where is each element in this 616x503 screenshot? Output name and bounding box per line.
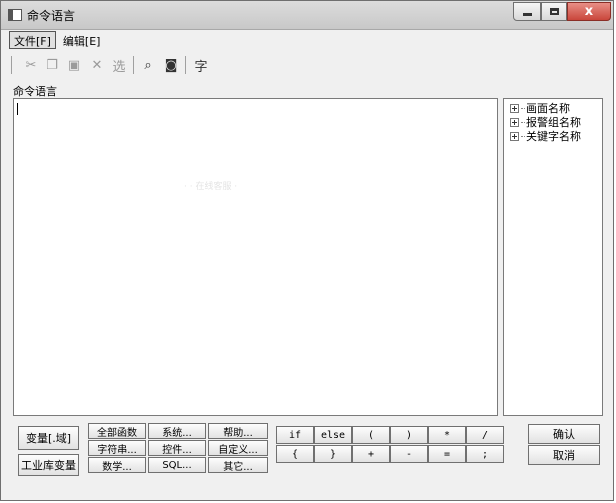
confirm-button[interactable]: 确认 [528,424,600,444]
toolbar-separator [185,56,186,74]
variable-field-button[interactable]: 变量[.域] [18,426,79,450]
minimize-icon [522,13,532,16]
window-controls: x [513,2,611,22]
close-button[interactable]: x [567,2,611,21]
expand-icon[interactable] [510,131,519,141]
sql-functions-button[interactable]: SQL... [148,457,206,473]
menu-bar: 文件[F] 编辑[E] [9,31,107,49]
toolbar: ✂ ❐ ▣ ✕ 选 ⌕ ◙ 字 [9,54,609,78]
tree-item-alarm-groups[interactable]: 报警组名称 [504,115,602,129]
toolbar-separator [133,56,134,74]
expand-icon[interactable] [510,117,519,127]
op-close-paren-button[interactable]: ) [390,426,428,444]
op-equals-button[interactable]: = [428,445,466,463]
tree-connector [521,121,525,123]
window-title: 命令语言 [27,9,76,23]
custom-functions-button[interactable]: 自定义... [208,440,268,456]
close-icon: x [584,4,594,19]
paste-icon[interactable]: ▣ [66,57,82,73]
replace-icon[interactable]: ◙ [163,57,179,73]
window: 命令语言 x 文件[F] 编辑[E] ✂ ❐ ▣ ✕ 选 ⌕ ◙ 字 命令语言 … [0,0,614,501]
maximize-icon [549,8,559,15]
op-open-brace-button[interactable]: { [276,445,314,463]
op-else-button[interactable]: else [314,426,352,444]
copy-icon[interactable]: ❐ [44,57,60,73]
cancel-button[interactable]: 取消 [528,445,600,465]
text-caret [17,103,18,115]
maximize-button[interactable] [541,2,567,21]
menu-file[interactable]: 文件[F] [9,31,56,49]
watermark: · · 在线客服 · [184,182,238,192]
op-divide-button[interactable]: / [466,426,504,444]
control-functions-button[interactable]: 控件... [148,440,206,456]
delete-icon[interactable]: ✕ [89,57,105,73]
other-functions-button[interactable]: 其它... [208,457,268,473]
system-functions-button[interactable]: 系统... [148,423,206,439]
menu-edit[interactable]: 编辑[E] [58,31,106,49]
op-semicolon-button[interactable]: ; [466,445,504,463]
toolbar-separator [11,56,12,74]
expand-icon[interactable] [510,103,519,113]
minimize-button[interactable] [513,2,541,21]
tree-connector [521,135,525,137]
tree-item-label: 关键字名称 [526,130,581,143]
math-functions-button[interactable]: 数学... [88,457,146,473]
app-icon [8,9,22,21]
tree-item-keywords[interactable]: 关键字名称 [504,129,602,143]
help-button[interactable]: 帮助... [208,423,268,439]
title-bar[interactable]: 命令语言 x [1,1,613,30]
op-close-brace-button[interactable]: } [314,445,352,463]
tree-item-screen-names[interactable]: 画面名称 [504,101,602,115]
op-minus-button[interactable]: - [390,445,428,463]
tree-connector [521,107,525,109]
op-plus-button[interactable]: + [352,445,390,463]
industrial-db-variable-button[interactable]: 工业库变量 [18,454,79,476]
cut-icon[interactable]: ✂ [23,57,39,73]
script-editor[interactable]: · · 在线客服 · [13,98,498,416]
select-all-button[interactable]: 选 [111,57,127,75]
find-icon[interactable]: ⌕ [140,57,156,73]
font-button[interactable]: 字 [193,57,209,75]
all-functions-button[interactable]: 全部函数 [88,423,146,439]
string-functions-button[interactable]: 字符串... [88,440,146,456]
op-multiply-button[interactable]: * [428,426,466,444]
op-open-paren-button[interactable]: ( [352,426,390,444]
name-tree[interactable]: 画面名称 报警组名称 关键字名称 [503,98,603,416]
editor-label: 命令语言 [13,85,57,98]
op-if-button[interactable]: if [276,426,314,444]
